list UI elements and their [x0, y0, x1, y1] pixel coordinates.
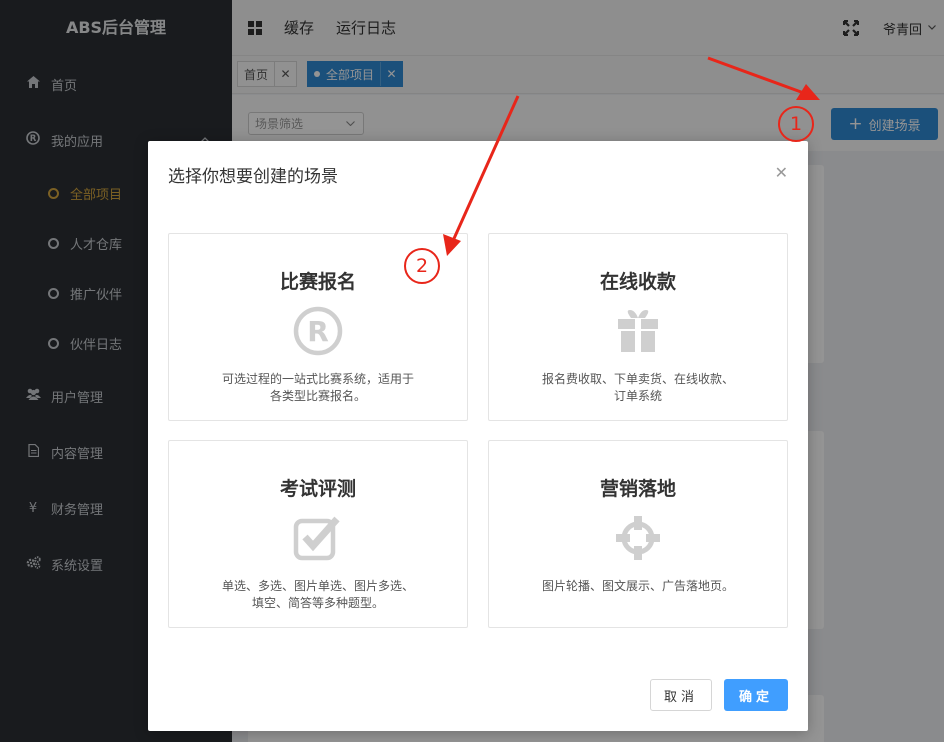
- svg-text:R: R: [307, 315, 329, 348]
- scene-card-title: 在线收款: [599, 271, 676, 293]
- dialog-title: 选择你想要创建的场景: [168, 167, 338, 187]
- scene-card-payment[interactable]: 在线收款 报名费收取、下单卖货、在线收款、订单系统: [488, 233, 788, 421]
- scene-card-competition[interactable]: 比赛报名 R 可选过程的一站式比赛系统，适用于各类型比赛报名。: [168, 233, 468, 421]
- cancel-button[interactable]: 取消: [650, 679, 712, 711]
- close-icon[interactable]: ✕: [775, 163, 788, 182]
- create-scene-dialog: 选择你想要创建的场景 ✕ 比赛报名 R 可选过程的一站式比赛系统，适用于各类型比…: [148, 141, 808, 731]
- crosshair-icon: [613, 513, 663, 563]
- scene-card-desc: 单选、多选、图片单选、图片多选、填空、简答等多种题型。: [221, 579, 414, 610]
- scene-card-desc: 可选过程的一站式比赛系统，适用于各类型比赛报名。: [221, 372, 414, 403]
- gift-icon: [613, 306, 663, 356]
- confirm-button[interactable]: 确定: [724, 679, 788, 711]
- scene-card-exam[interactable]: 考试评测 单选、多选、图片单选、图片多选、填空、简答等多种题型。: [168, 440, 468, 628]
- scene-card-marketing[interactable]: 营销落地 图片轮播、图文展示、广告落地页。: [488, 440, 788, 628]
- scene-card-desc: 报名费收取、下单卖货、在线收款、订单系统: [541, 372, 734, 403]
- scene-card-title: 营销落地: [599, 478, 676, 500]
- scene-card-title: 比赛报名: [279, 271, 356, 293]
- scene-card-title: 考试评测: [279, 478, 356, 500]
- scene-card-desc: 图片轮播、图文展示、广告落地页。: [541, 579, 734, 593]
- registered-icon: R: [293, 306, 343, 356]
- checkbox-icon: [293, 513, 343, 563]
